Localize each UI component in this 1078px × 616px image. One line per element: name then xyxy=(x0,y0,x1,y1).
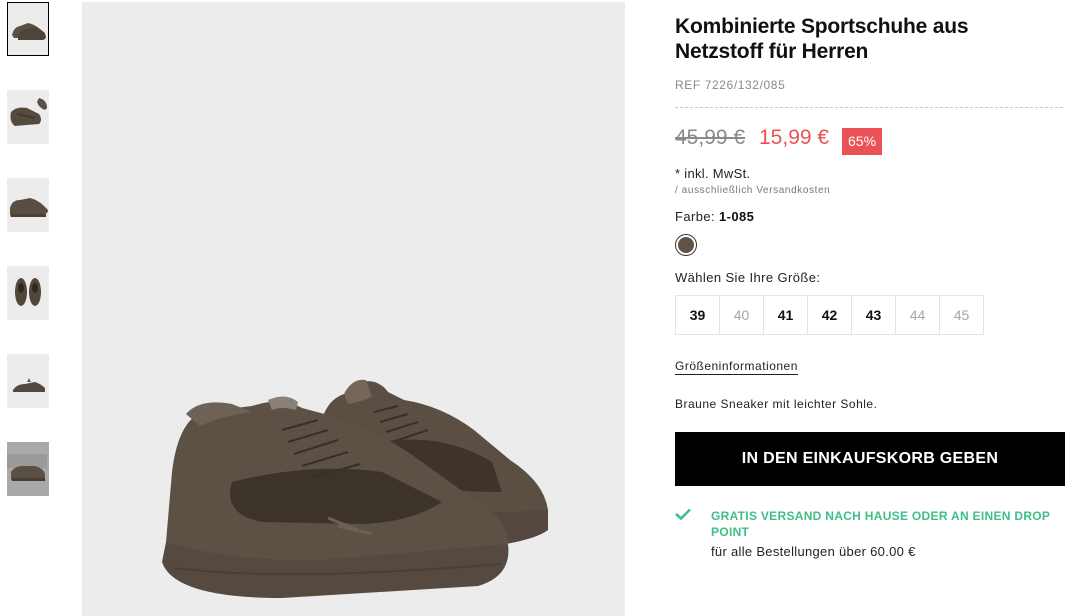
size-selector: 39 40 41 42 43 44 45 xyxy=(675,295,1067,335)
shoe-thumbnail-image xyxy=(15,278,41,306)
size-option-41[interactable]: 41 xyxy=(763,295,808,335)
sneaker-pair-image xyxy=(162,379,548,598)
old-price: 45,99 € xyxy=(675,126,746,149)
product-title: Kombinierte Sportschuhe aus Netzstoff fü… xyxy=(675,14,1067,64)
color-swatch[interactable] xyxy=(675,234,697,256)
free-shipping-info: GRATIS VERSAND NACH HAUSE ODER AN EINEN … xyxy=(675,508,1067,559)
thumbnail-4[interactable] xyxy=(7,266,49,320)
main-product-image[interactable] xyxy=(82,2,625,616)
size-guide-link[interactable]: Größeninformationen xyxy=(675,359,798,375)
size-option-39[interactable]: 39 xyxy=(675,295,720,335)
free-shipping-title: GRATIS VERSAND NACH HAUSE ODER AN EINEN … xyxy=(711,509,1051,539)
size-option-44[interactable]: 44 xyxy=(895,295,940,335)
size-option-42[interactable]: 42 xyxy=(807,295,852,335)
product-description: Braune Sneaker mit leichter Sohle. xyxy=(675,397,878,411)
color-swatch-fill xyxy=(678,237,694,253)
thumbnail-3[interactable] xyxy=(7,178,49,232)
sale-price: 15,99 € xyxy=(759,126,830,149)
thumbnail-6[interactable] xyxy=(7,442,49,496)
shipping-cost-note: / ausschließlich Versandkosten xyxy=(675,185,831,196)
check-icon xyxy=(675,508,691,520)
thumbnail-5[interactable] xyxy=(7,354,49,408)
product-info-panel: Kombinierte Sportschuhe aus Netzstoff fü… xyxy=(675,14,1067,559)
shoe-thumbnail-image xyxy=(7,454,47,481)
shoe-thumbnail-image xyxy=(10,98,47,126)
product-title-line-1: Kombinierte Sportschuhe aus xyxy=(675,15,969,38)
shoe-thumbnail-image xyxy=(13,378,45,392)
divider xyxy=(675,107,1063,108)
size-option-40[interactable]: 40 xyxy=(719,295,764,335)
color-value: 1-085 xyxy=(719,209,755,224)
shoe-thumbnail-image xyxy=(12,23,46,40)
free-shipping-subtitle: für alle Bestellungen über 60.00 € xyxy=(711,544,916,559)
color-label-text: Farbe: xyxy=(675,209,715,224)
size-option-45[interactable]: 45 xyxy=(939,295,984,335)
thumbnail-2[interactable] xyxy=(7,90,49,144)
size-label: Wählen Sie Ihre Größe: xyxy=(675,270,821,285)
price-row: 45,99 € 15,99 € 65% xyxy=(675,124,1067,155)
add-to-cart-button[interactable]: IN DEN EINKAUFSKORB GEBEN xyxy=(675,432,1065,486)
thumbnail-1[interactable] xyxy=(7,2,49,56)
product-reference: REF 7226/132/085 xyxy=(675,78,786,92)
discount-badge: 65% xyxy=(842,128,883,155)
product-title-line-2: Netzstoff für Herren xyxy=(675,40,869,63)
size-option-43[interactable]: 43 xyxy=(851,295,896,335)
shoe-thumbnail-image xyxy=(10,198,48,217)
color-label: Farbe: 1-085 xyxy=(675,209,1067,224)
tax-note: * inkl. MwSt. xyxy=(675,166,751,181)
